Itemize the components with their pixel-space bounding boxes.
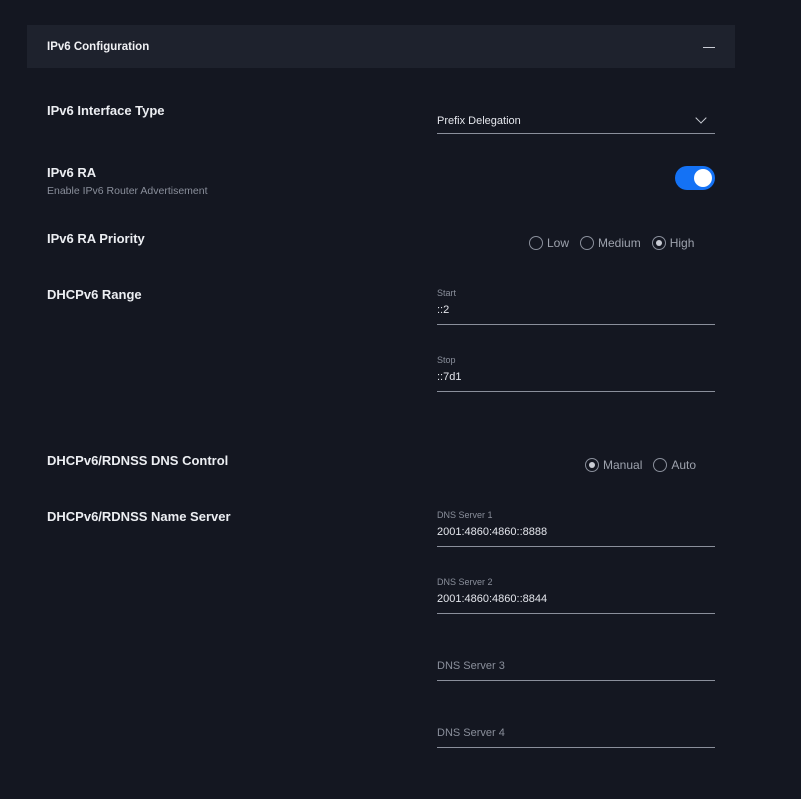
- dns-server-1-field: DNS Server 1: [437, 510, 715, 547]
- dns-control-auto[interactable]: Auto: [653, 458, 707, 472]
- ra-priority-high[interactable]: High: [651, 236, 706, 250]
- radio-selected-icon: [585, 458, 599, 472]
- ipv6-ra-sublabel: Enable IPv6 Router Advertisement: [47, 185, 208, 197]
- radio-label: Medium: [598, 236, 641, 250]
- interface-type-select[interactable]: Prefix Delegation: [437, 106, 715, 134]
- dns-server-4-field: [437, 727, 715, 748]
- dns-server-1-input[interactable]: [437, 526, 715, 546]
- dns-server-3-field: [437, 660, 715, 681]
- dns-server-3-input[interactable]: [437, 660, 715, 680]
- radio-label: Manual: [603, 458, 643, 472]
- field-caption: Stop: [437, 355, 456, 365]
- ra-priority-radio-group: Low Medium High: [529, 236, 705, 250]
- ra-priority-label: IPv6 RA Priority: [47, 231, 145, 246]
- dns-control-label: DHCPv6/RDNSS DNS Control: [47, 453, 229, 468]
- dns-control-manual[interactable]: Manual: [585, 458, 653, 472]
- dhcp-range-stop-field: Stop: [437, 355, 715, 392]
- ipv6-ra-toggle[interactable]: [675, 166, 715, 190]
- field-caption: DNS Server 1: [437, 510, 493, 520]
- interface-type-label: IPv6 Interface Type: [47, 103, 165, 118]
- radio-label: Low: [547, 236, 570, 250]
- field-caption: DNS Server 2: [437, 577, 493, 587]
- section-header-ipv6[interactable]: IPv6 Configuration: [27, 25, 735, 68]
- chevron-down-icon: [695, 111, 707, 124]
- ra-priority-medium[interactable]: Medium: [580, 236, 652, 250]
- dhcp-range-start-input[interactable]: [437, 304, 715, 324]
- dhcp-range-stop-input[interactable]: [437, 371, 715, 391]
- section-title: IPv6 Configuration: [47, 40, 150, 53]
- ipv6-ra-label: IPv6 RA: [47, 165, 97, 180]
- ra-priority-low[interactable]: Low: [529, 236, 580, 250]
- radio-label: High: [669, 236, 695, 250]
- radio-circle-icon: [580, 236, 595, 250]
- dns-server-2-input[interactable]: [437, 593, 715, 613]
- toggle-knob: [694, 169, 712, 187]
- field-caption: Start: [437, 288, 457, 298]
- dns-server-2-field: DNS Server 2: [437, 577, 715, 614]
- dhcp-range-label: DHCPv6 Range: [47, 287, 142, 302]
- collapse-minus-icon[interactable]: [703, 41, 715, 53]
- interface-type-value: Prefix Delegation: [437, 114, 521, 127]
- radio-label: Auto: [671, 458, 697, 472]
- dns-server-4-input[interactable]: [437, 727, 715, 747]
- dns-control-radio-group: Manual Auto: [585, 458, 707, 472]
- radio-selected-icon: [651, 236, 666, 250]
- radio-circle-icon: [653, 458, 668, 472]
- name-server-label: DHCPv6/RDNSS Name Server: [47, 509, 231, 524]
- dhcp-range-start-field: Start: [437, 288, 715, 325]
- radio-circle-icon: [529, 236, 543, 250]
